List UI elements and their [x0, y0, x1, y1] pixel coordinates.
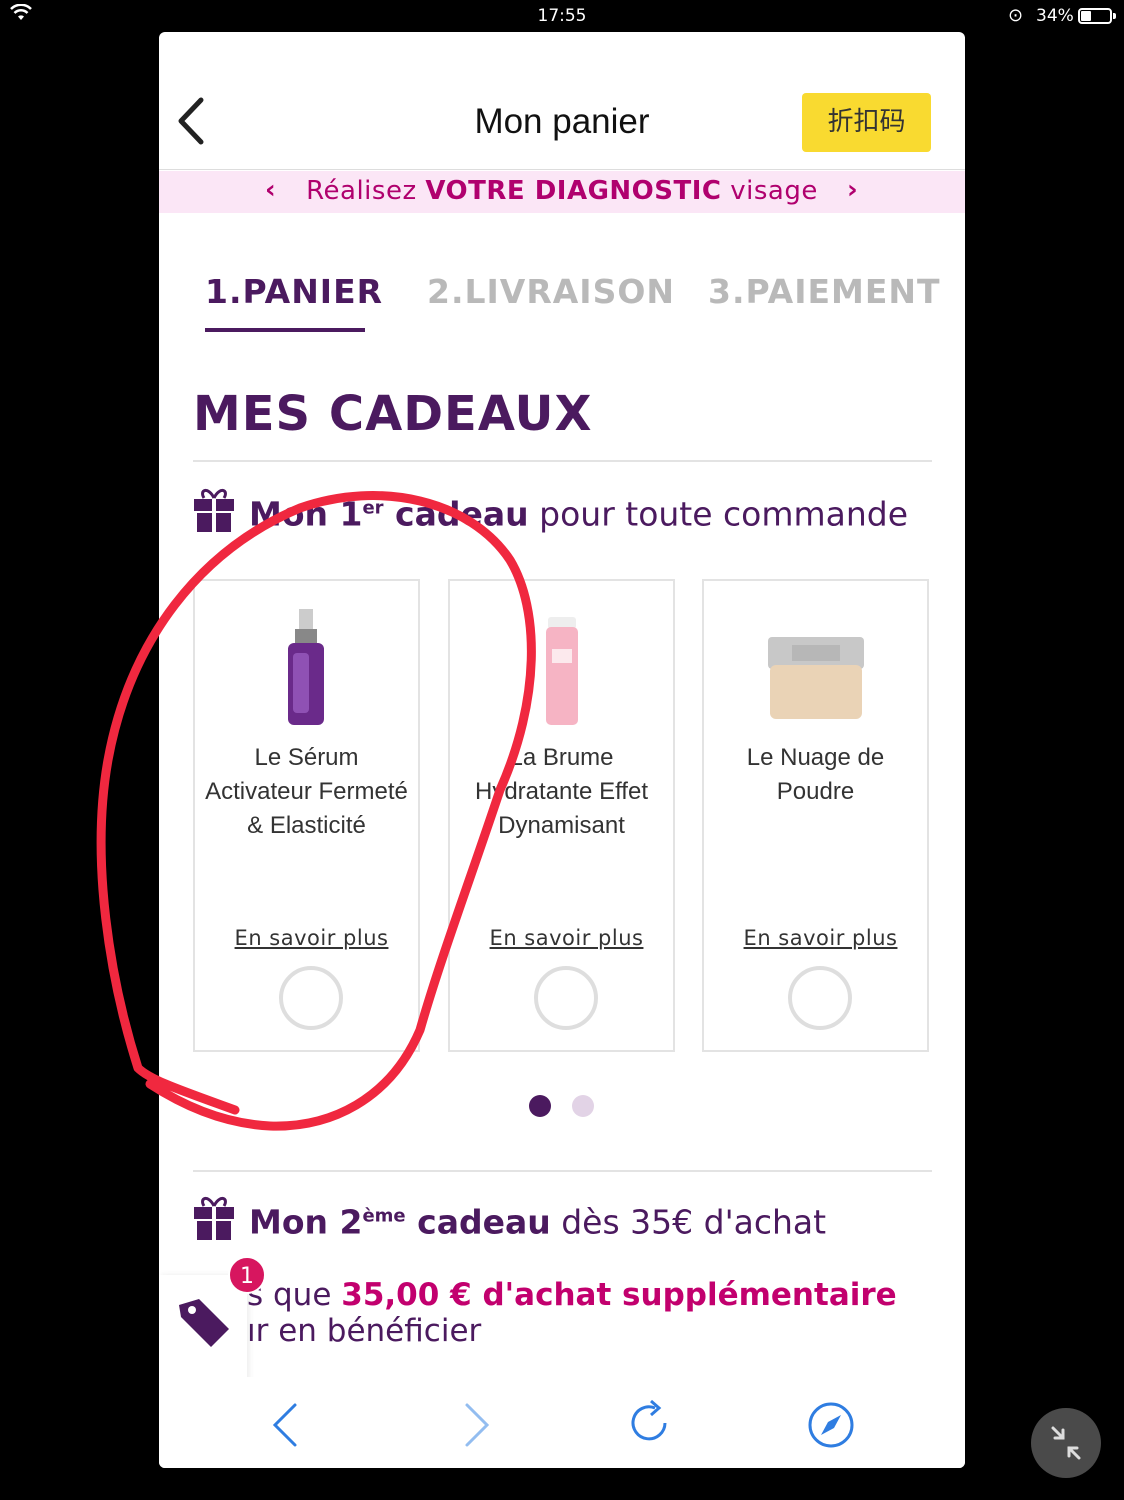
gift-icon	[194, 1197, 234, 1240]
powder-jar-image	[768, 637, 864, 719]
divider	[193, 460, 932, 462]
gift-card[interactable]: Le Sérum Activateur Fermeté & Elasticité…	[193, 579, 420, 1052]
page-dot[interactable]	[572, 1095, 594, 1117]
exit-fullscreen-button[interactable]	[1031, 1408, 1101, 1478]
compass-icon[interactable]	[801, 1393, 861, 1453]
learn-more-link[interactable]: En savoir plus	[704, 926, 937, 950]
section-title: MES CADEAUX	[193, 386, 593, 442]
battery-percent: 34%	[1036, 6, 1074, 26]
battery-icon	[1078, 8, 1116, 24]
carousel-pagination	[159, 1095, 965, 1117]
learn-more-link[interactable]: En savoir plus	[195, 926, 428, 950]
step-panier[interactable]: 1.PANIER	[205, 272, 383, 311]
learn-more-link[interactable]: En savoir plus	[450, 926, 683, 950]
browser-toolbar	[159, 1377, 965, 1468]
gift-carousel: Le Sérum Activateur Fermeté & Elasticité…	[193, 579, 933, 1053]
collapse-arrows-icon	[1051, 1426, 1081, 1460]
notification-badge: 1	[228, 1256, 266, 1294]
tag-icon	[179, 1299, 229, 1347]
product-name: Le Nuage de Poudre	[746, 744, 885, 805]
status-bar: 17:55 ⊙ 34%	[0, 0, 1124, 32]
product-name: Le Sérum Activateur Fermeté & Elasticité	[205, 744, 408, 839]
banner-next-icon[interactable]: ›	[847, 175, 858, 205]
step-livraison[interactable]: 2.LIVRAISON	[427, 272, 675, 311]
divider	[193, 1170, 932, 1172]
select-radio[interactable]	[788, 966, 852, 1030]
threshold-message: s que 35,00 € d'achat supplémentaire ır …	[247, 1277, 897, 1349]
select-radio[interactable]	[279, 966, 343, 1030]
gift1-heading: Mon 1er cadeau pour toute commande	[193, 489, 908, 540]
step-paiement[interactable]: 3.PAIEMENT	[708, 272, 941, 311]
product-name: La Brume Hydratante Effet Dynamisant	[475, 744, 648, 839]
header: Mon panier 折扣码	[159, 32, 965, 170]
coupon-tab[interactable]	[159, 1275, 247, 1390]
serum-product-image	[288, 609, 324, 725]
active-step-indicator	[205, 328, 365, 332]
browser-back-icon[interactable]	[255, 1393, 315, 1453]
rotation-lock-icon: ⊙	[1008, 5, 1024, 26]
clock: 17:55	[537, 6, 587, 26]
banner-text: Réalisez VOTRE DIAGNOSTIC visage	[306, 176, 818, 206]
mist-product-image	[546, 617, 578, 725]
reload-icon[interactable]	[621, 1393, 681, 1453]
page-dot-active[interactable]	[529, 1095, 551, 1117]
checkout-steps: 1.PANIER 2.LIVRAISON 3.PAIEMENT	[159, 272, 965, 342]
gift-icon	[194, 489, 234, 532]
gift-card[interactable]: La Brume Hydratante Effet Dynamisant En …	[448, 579, 675, 1052]
gift2-heading: Mon 2ème cadeau dès 35€ d'achat	[193, 1197, 826, 1248]
app-window: Mon panier 折扣码 ‹ Réalisez VOTRE DIAGNOST…	[159, 32, 965, 1468]
promo-code-button[interactable]: 折扣码	[802, 93, 931, 152]
browser-forward-icon[interactable]	[447, 1393, 507, 1453]
gift-card[interactable]: Le Nuage de Poudre En savoir plus	[702, 579, 929, 1052]
diagnostic-banner[interactable]: ‹ Réalisez VOTRE DIAGNOSTIC visage ›	[159, 171, 965, 213]
select-radio[interactable]	[534, 966, 598, 1030]
